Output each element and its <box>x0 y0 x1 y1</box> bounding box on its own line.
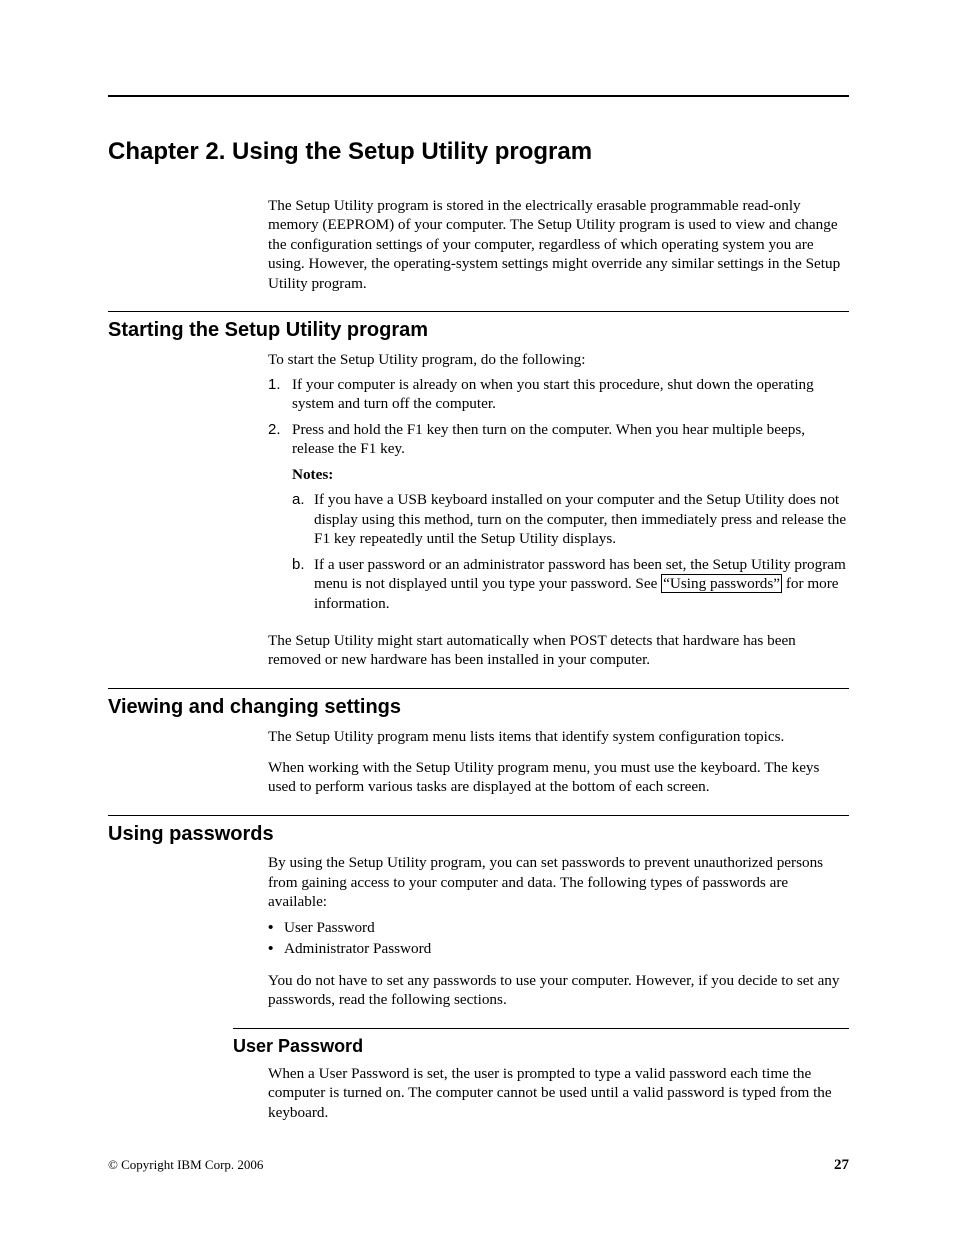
section-rule <box>108 311 849 312</box>
starting-steps-list: 1. If your computer is already on when y… <box>268 375 849 619</box>
copyright-text: © Copyright IBM Corp. 2006 <box>108 1157 263 1174</box>
password-types-list: • User Password • Administrator Password <box>268 918 849 959</box>
section-rule <box>108 688 849 689</box>
step-content: If your computer is already on when you … <box>292 375 849 414</box>
bullet-text: User Password <box>284 918 375 937</box>
top-rule <box>108 95 849 97</box>
note-letter: b. <box>292 555 314 613</box>
subsection-rule <box>233 1028 849 1029</box>
list-item: a. If you have a USB keyboard installed … <box>292 490 849 548</box>
page-footer: © Copyright IBM Corp. 2006 27 <box>108 1156 849 1175</box>
section-heading-passwords: Using passwords <box>108 822 849 848</box>
bullet-text: Administrator Password <box>284 939 431 958</box>
bullet-icon: • <box>268 918 284 937</box>
list-item: b. If a user password or an administrato… <box>292 555 849 613</box>
starting-lead: To start the Setup Utility program, do t… <box>268 350 849 369</box>
viewing-p1: The Setup Utility program menu lists ite… <box>268 727 849 746</box>
note-content: If you have a USB keyboard installed on … <box>314 490 849 548</box>
list-item: • Administrator Password <box>268 939 849 958</box>
step-content: Press and hold the F1 key then turn on t… <box>292 420 849 459</box>
page-number: 27 <box>834 1156 849 1175</box>
list-item: 1. If your computer is already on when y… <box>268 375 849 414</box>
subsection-heading-user-password: User Password <box>233 1035 849 1058</box>
section-heading-starting: Starting the Setup Utility program <box>108 318 849 344</box>
step-number: 1. <box>268 375 292 414</box>
notes-list: a. If you have a USB keyboard installed … <box>292 490 849 613</box>
list-item: 2. Press and hold the F1 key then turn o… <box>268 420 849 619</box>
intro-paragraph: The Setup Utility program is stored in t… <box>268 196 849 293</box>
chapter-title: Chapter 2. Using the Setup Utility progr… <box>108 137 849 168</box>
cross-reference-link[interactable]: “Using passwords” <box>661 574 782 593</box>
starting-tail: The Setup Utility might start automatica… <box>268 631 849 670</box>
list-item: • User Password <box>268 918 849 937</box>
passwords-p1: By using the Setup Utility program, you … <box>268 853 849 911</box>
bullet-icon: • <box>268 939 284 958</box>
viewing-p2: When working with the Setup Utility prog… <box>268 758 849 797</box>
user-password-p1: When a User Password is set, the user is… <box>268 1064 849 1122</box>
note-content: If a user password or an administrator p… <box>314 555 849 613</box>
section-heading-viewing: Viewing and changing settings <box>108 695 849 721</box>
passwords-p2: You do not have to set any passwords to … <box>268 971 849 1010</box>
notes-label: Notes: <box>292 465 849 484</box>
section-rule <box>108 815 849 816</box>
step-number: 2. <box>268 420 292 619</box>
note-letter: a. <box>292 490 314 548</box>
